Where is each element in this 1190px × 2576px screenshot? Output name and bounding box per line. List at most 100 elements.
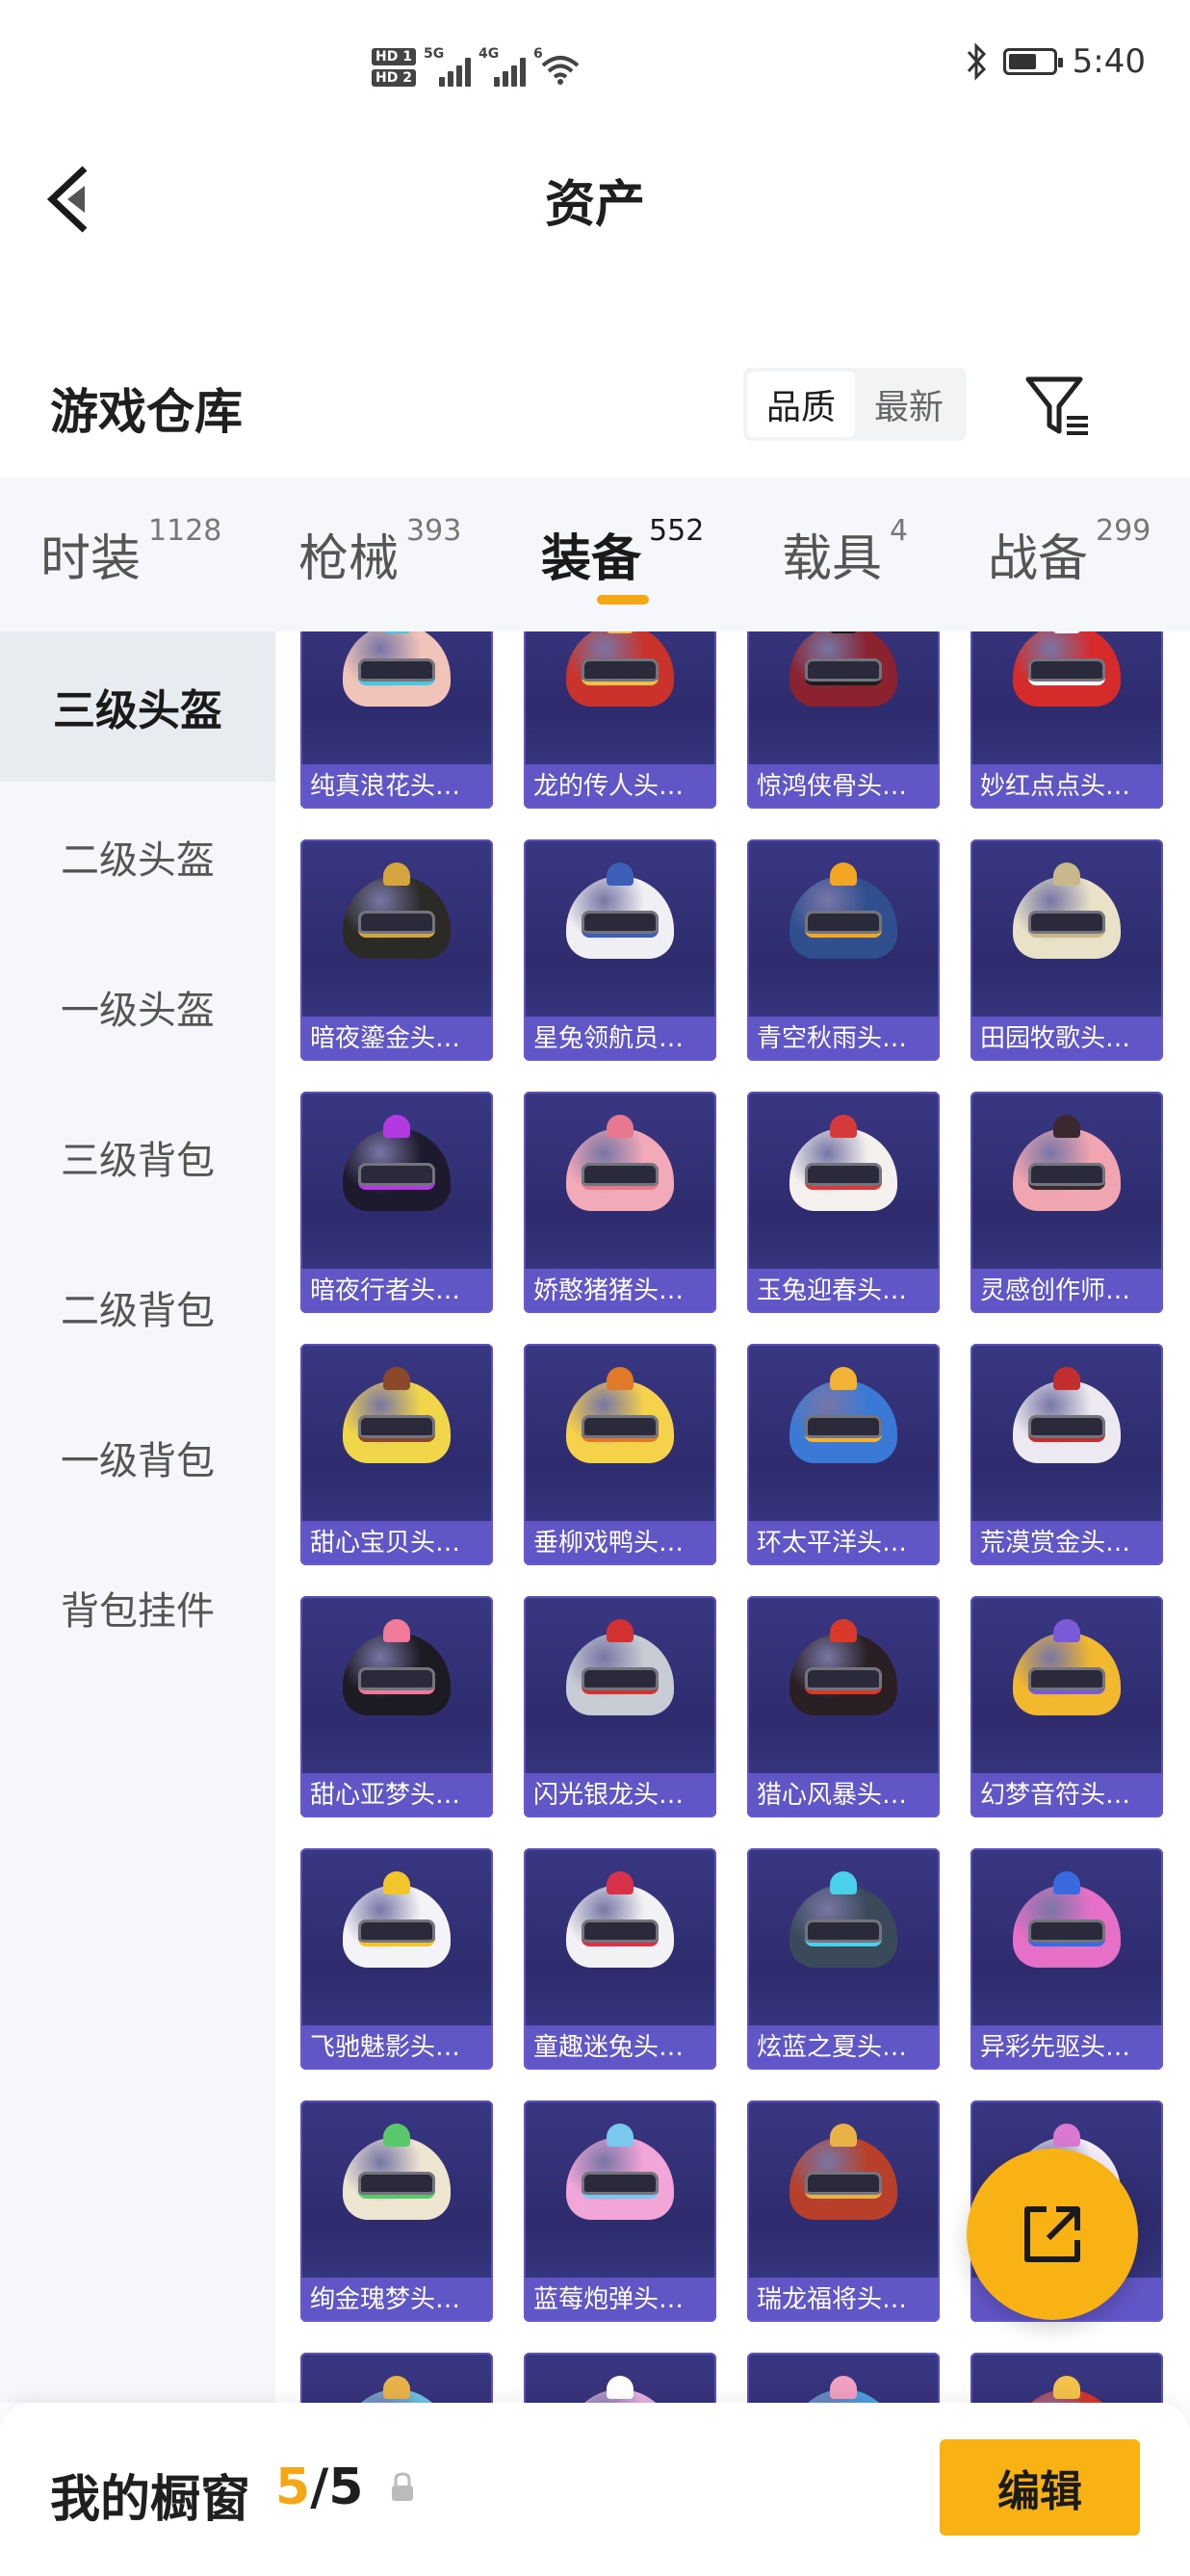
item-card[interactable]: 妙红点点头… [970,631,1163,809]
tab-fashion[interactable]: 时装 1128 [40,514,221,590]
signal-5g-icon: 5G [424,46,471,87]
status-bar: HD 1 HD 2 5G 4G 6 5:40 [0,0,1190,135]
item-card[interactable]: 暗夜行者头… [300,1092,493,1313]
helmet-icon [789,1115,897,1223]
item-card-label: 惊鸿侠骨头… [747,764,940,809]
item-card[interactable]: 田园牧歌头… [970,839,1163,1061]
item-card-label: 幻梦音符头… [970,1773,1163,1817]
sidebar-item-level3-helmet[interactable]: 三级头盔 [0,631,275,782]
lock-icon [392,2472,413,2501]
sidebar-item-level1-backpack[interactable]: 一级背包 [0,1382,275,1533]
tab-count: 1128 [148,514,222,548]
item-card-label: 蓝莓炮弹头… [524,2278,716,2322]
item-card-label: 环太平洋头… [747,1521,940,1565]
sort-option-newest[interactable]: 最新 [855,372,963,437]
helmet-icon [343,863,451,970]
helmet-icon [789,1871,897,1979]
helmet-icon [1013,1115,1121,1223]
helmet-icon [566,1367,674,1475]
item-card-label: 飞驰魅影头… [300,2025,493,2070]
bluetooth-icon [967,42,986,81]
item-card[interactable]: 瑞龙福将头… [747,2100,940,2322]
item-card-label: 闪光银龙头… [524,1773,716,1817]
helmet-icon [566,2124,674,2231]
tab-vehicles[interactable]: 载具 4 [782,514,908,590]
item-card[interactable] [747,2353,940,2403]
item-card[interactable]: 娇憨猪猪头… [524,1092,716,1313]
warehouse-title: 游戏仓库 [50,384,243,440]
item-card[interactable]: 异彩先驱头… [970,1848,1163,2070]
item-card-label: 纯真浪花头… [300,764,493,809]
helmet-icon [343,1115,451,1223]
category-tabs: 时装 1128 枪械 393 装备 552 载具 4 战备 299 [0,477,1190,631]
helmet-icon [789,863,897,970]
helmet-icon [1013,1871,1121,1979]
item-card-label: 妙红点点头… [970,764,1163,809]
item-card[interactable]: 幻梦音符头… [970,1596,1163,1817]
item-card[interactable]: 飞驰魅影头… [300,1848,493,2070]
item-card[interactable]: 炫蓝之夏头… [747,1848,940,2070]
sort-option-quality[interactable]: 品质 [747,372,855,437]
item-card[interactable]: 纯真浪花头… [300,631,493,809]
tab-label: 战备 [988,530,1089,588]
item-card[interactable]: 荒漠赏金头… [970,1344,1163,1565]
tab-label: 枪械 [298,530,400,588]
item-card[interactable]: 闪光银龙头… [524,1596,716,1817]
item-card[interactable]: 甜心亚梦头… [300,1596,493,1817]
tab-supplies[interactable]: 战备 299 [988,514,1151,590]
item-card[interactable]: 惊鸿侠骨头… [747,631,940,809]
tab-equipment[interactable]: 装备 552 [541,514,704,590]
helmet-icon [343,2376,451,2403]
item-card-label: 绚金瑰梦头… [300,2278,493,2322]
showcase-count: 5/5 [275,2459,363,2516]
item-card[interactable]: 暗夜鎏金头… [300,839,493,1061]
item-card-label: 童趣迷兔头… [524,2025,716,2070]
helmet-icon [566,863,674,970]
active-tab-indicator [597,595,649,605]
showcase-separator: / [310,2459,329,2516]
tab-label: 载具 [782,530,883,588]
filter-button[interactable] [1021,368,1098,445]
item-card[interactable]: 猎心风暴头… [747,1596,940,1817]
item-card[interactable] [970,2353,1163,2403]
helmet-icon [1013,631,1121,718]
sort-toggle: 品质 最新 [743,368,967,441]
item-card[interactable]: 蓝莓炮弹头… [524,2100,716,2322]
sidebar-item-level3-backpack[interactable]: 三级背包 [0,1082,275,1232]
hd2-badge: HD 2 [372,69,416,87]
item-card[interactable]: 甜心宝贝头… [300,1344,493,1565]
sidebar-item-level2-backpack[interactable]: 二级背包 [0,1232,275,1382]
item-card[interactable]: 灵感创作师… [970,1092,1163,1313]
item-card[interactable]: 玉兔迎春头… [747,1092,940,1313]
clock: 5:40 [1072,42,1146,81]
item-grid: 纯真浪花头… 龙的传人头… 惊鸿侠骨头… 妙红点点头… 暗夜鎏金头… 星兔领航员… 青空秋雨… [275,631,1190,2403]
share-fab-button[interactable] [967,2149,1138,2320]
item-card[interactable]: 星兔领航员… [524,839,716,1061]
item-card[interactable]: 垂柳戏鸭头… [524,1344,716,1565]
edit-showcase-button[interactable]: 编辑 [940,2439,1140,2536]
sidebar-item-backpack-charm[interactable]: 背包挂件 [0,1533,275,1683]
item-card[interactable]: 龙的传人头… [524,631,716,809]
helmet-icon [1013,1619,1121,1727]
item-card-label: 炫蓝之夏头… [747,2025,940,2070]
tab-firearms[interactable]: 枪械 393 [298,514,461,590]
item-card[interactable]: 童趣迷兔头… [524,1848,716,2070]
item-card[interactable] [524,2353,716,2403]
helmet-icon [566,1619,674,1727]
tab-count: 393 [406,514,462,548]
item-card[interactable]: 环太平洋头… [747,1344,940,1565]
tab-label: 时装 [40,530,142,588]
item-card-label: 青空秋雨头… [747,1017,940,1061]
sidebar-item-level1-helmet[interactable]: 一级头盔 [0,932,275,1082]
network-indicators: HD 1 HD 2 5G 4G 6 [372,37,582,98]
item-card-label: 星兔领航员… [524,1017,716,1061]
item-card-label: 田园牧歌头… [970,1017,1163,1061]
item-card[interactable]: 青空秋雨头… [747,839,940,1061]
hd1-badge: HD 1 [372,48,416,65]
sidebar-item-level2-helmet[interactable]: 二级头盔 [0,782,275,932]
item-card[interactable]: 绚金瑰梦头… [300,2100,493,2322]
helmet-icon [789,1619,897,1727]
item-card-label: 异彩先驱头… [970,2025,1163,2070]
item-card-label: 娇憨猪猪头… [524,1269,716,1313]
item-card[interactable] [300,2353,493,2403]
